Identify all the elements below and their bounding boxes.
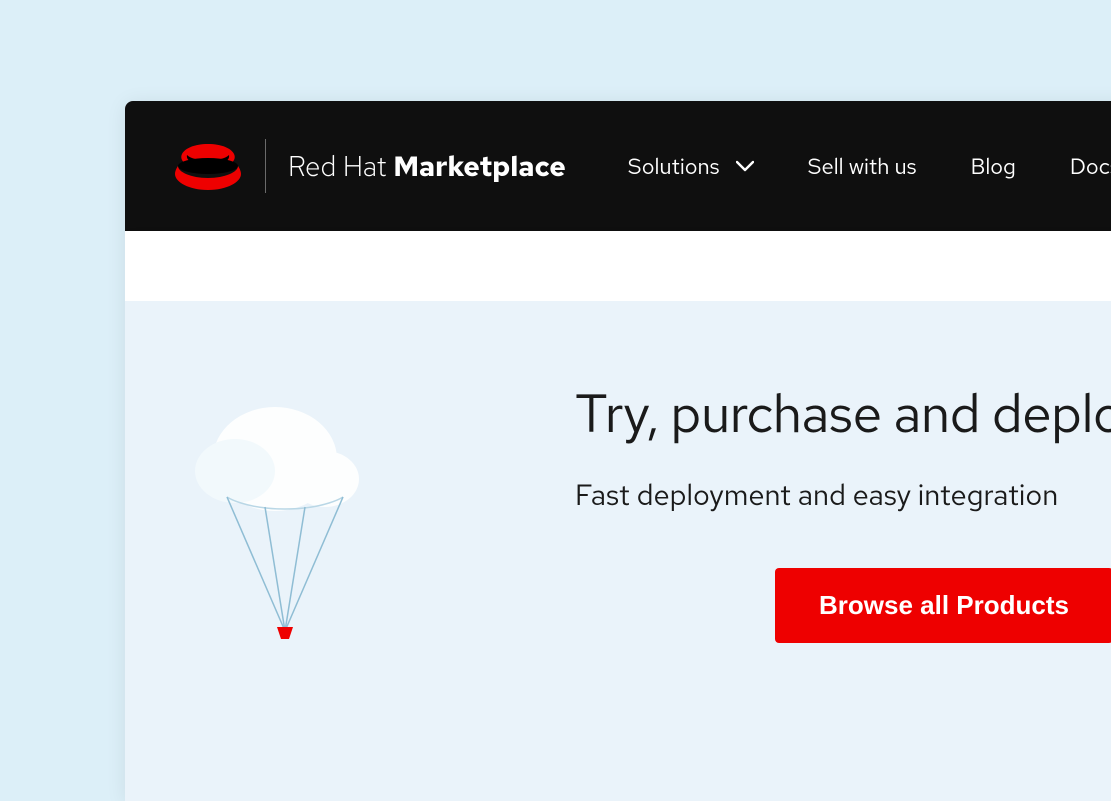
nav-docs-label: Docs xyxy=(1070,152,1111,181)
hero-subtitle: Fast deployment and easy integration xyxy=(575,475,1111,514)
nav-solutions[interactable]: Solutions xyxy=(628,152,754,181)
chevron-down-icon xyxy=(736,160,754,172)
parachute-cloud-illustration xyxy=(165,379,405,639)
app-window: Red Hat Marketplace Solutions Sell with … xyxy=(125,101,1111,801)
redhat-logo-icon xyxy=(173,140,243,192)
brand-name: Red Hat Marketplace xyxy=(288,147,566,185)
subbar: Show xyxy=(125,231,1111,301)
brand[interactable]: Red Hat Marketplace xyxy=(173,139,566,193)
nav-blog[interactable]: Blog xyxy=(971,152,1016,181)
browse-all-products-button[interactable]: Browse all Products xyxy=(775,568,1111,643)
nav-sell-with-us[interactable]: Sell with us xyxy=(808,152,917,181)
nav-docs[interactable]: Docs xyxy=(1070,152,1111,181)
nav-blog-label: Blog xyxy=(971,152,1016,181)
brand-divider xyxy=(265,139,266,193)
main-nav: Solutions Sell with us Blog Docs xyxy=(628,152,1111,181)
hero-content: Try, purchase and deploy Fast deployment… xyxy=(575,379,1111,643)
hero-section: Try, purchase and deploy Fast deployment… xyxy=(125,301,1111,801)
hero-title: Try, purchase and deploy xyxy=(575,379,1111,449)
nav-sell-label: Sell with us xyxy=(808,152,917,181)
topbar: Red Hat Marketplace Solutions Sell with … xyxy=(125,101,1111,231)
nav-solutions-label: Solutions xyxy=(628,152,720,181)
